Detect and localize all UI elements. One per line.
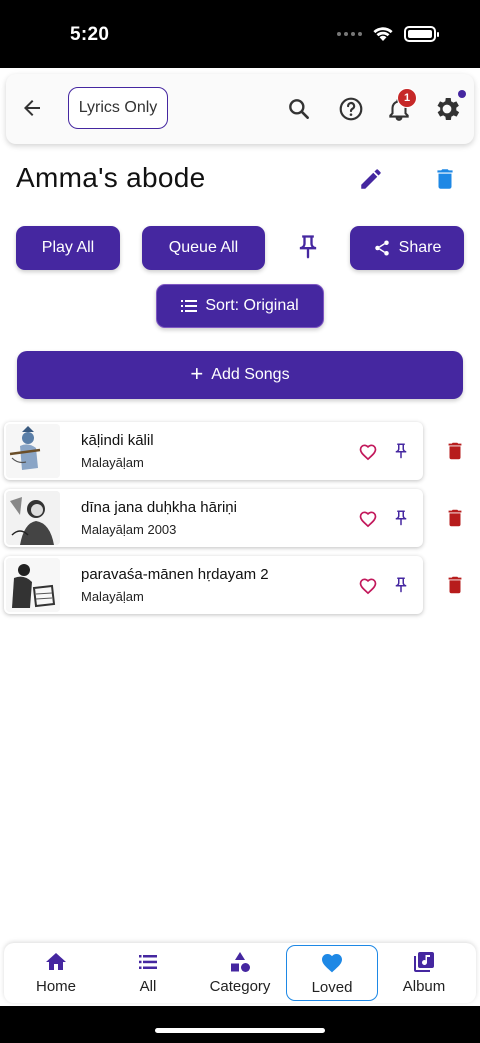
plus-icon: + bbox=[190, 360, 204, 386]
share-label: Share bbox=[398, 239, 442, 256]
edit-pencil-icon[interactable] bbox=[358, 166, 384, 192]
sort-button[interactable]: Sort: Original bbox=[156, 284, 324, 328]
song-thumbnail bbox=[6, 491, 60, 545]
home-indicator-area bbox=[0, 1006, 480, 1043]
page-title: Amma's abode bbox=[16, 162, 206, 193]
song-language: Malayāḷam bbox=[81, 589, 144, 604]
back-arrow-icon[interactable] bbox=[20, 96, 44, 120]
category-icon bbox=[231, 952, 250, 972]
song-title: dīna jana duḥkha hāriṇi bbox=[81, 499, 237, 516]
status-icons bbox=[337, 26, 439, 42]
bottom-navigation: Home All Category Loved Album bbox=[4, 943, 476, 1003]
notification-badge: 1 bbox=[397, 88, 417, 108]
home-indicator[interactable] bbox=[155, 1028, 325, 1033]
add-songs-label: Add Songs bbox=[211, 366, 290, 383]
signal-icon bbox=[337, 32, 362, 36]
nav-loved[interactable]: Loved bbox=[286, 945, 378, 1001]
trash-icon[interactable] bbox=[444, 572, 466, 598]
nav-home[interactable]: Home bbox=[10, 945, 102, 1001]
nav-label: Category bbox=[209, 978, 271, 995]
list-icon bbox=[139, 955, 157, 969]
pin-icon[interactable] bbox=[294, 232, 322, 262]
pin-icon[interactable] bbox=[392, 441, 410, 461]
nav-label: Loved bbox=[311, 979, 353, 996]
status-bar: 5:20 bbox=[0, 0, 480, 68]
trash-icon[interactable] bbox=[444, 438, 466, 464]
queue-all-button[interactable]: Queue All bbox=[142, 226, 265, 270]
song-card[interactable]: kāḷindi kālil Malayāḷam bbox=[4, 422, 423, 480]
status-time: 5:20 bbox=[70, 24, 110, 45]
share-button[interactable]: Share bbox=[350, 226, 464, 270]
sort-list-icon bbox=[181, 300, 198, 312]
pin-icon[interactable] bbox=[392, 508, 410, 528]
play-all-label: Play All bbox=[41, 239, 95, 256]
song-thumbnail bbox=[6, 424, 60, 478]
heart-outline-icon[interactable] bbox=[358, 442, 378, 462]
nav-album[interactable]: Album bbox=[378, 945, 470, 1001]
song-list: kāḷindi kālil Malayāḷam dīna jana duḥkha… bbox=[4, 422, 474, 623]
heart-outline-icon[interactable] bbox=[358, 576, 378, 596]
album-icon bbox=[414, 952, 434, 972]
settings-indicator-dot bbox=[458, 90, 466, 98]
song-language: Malayāḷam bbox=[81, 455, 144, 470]
home-icon bbox=[46, 953, 66, 970]
nav-label: Album bbox=[402, 978, 446, 995]
queue-all-label: Queue All bbox=[168, 239, 239, 256]
play-all-button[interactable]: Play All bbox=[16, 226, 120, 270]
nav-category[interactable]: Category bbox=[194, 945, 286, 1001]
song-card[interactable]: paravaśa-mānen hṛdayam 2 Malayāḷam bbox=[4, 556, 423, 614]
song-row: dīna jana duḥkha hāriṇi Malayāḷam 2003 bbox=[4, 489, 474, 547]
song-title: kāḷindi kālil bbox=[81, 432, 154, 449]
lyrics-only-button[interactable]: Lyrics Only bbox=[68, 87, 168, 129]
app-screen: Lyrics Only 1 Amma's abode Play All Queu… bbox=[0, 68, 480, 1006]
song-row: paravaśa-mānen hṛdayam 2 Malayāḷam bbox=[4, 556, 474, 614]
battery-icon bbox=[404, 26, 439, 42]
song-title: paravaśa-mānen hṛdayam 2 bbox=[81, 566, 269, 583]
trash-icon[interactable] bbox=[444, 505, 466, 531]
search-icon[interactable] bbox=[286, 96, 312, 122]
delete-playlist-icon[interactable] bbox=[432, 166, 458, 192]
share-icon bbox=[374, 240, 389, 256]
song-card[interactable]: dīna jana duḥkha hāriṇi Malayāḷam 2003 bbox=[4, 489, 423, 547]
heart-icon bbox=[322, 954, 342, 973]
app-bar: Lyrics Only 1 bbox=[6, 74, 474, 144]
add-songs-button[interactable]: + Add Songs bbox=[17, 351, 463, 399]
gear-icon[interactable] bbox=[432, 94, 462, 124]
nav-label: All bbox=[139, 978, 157, 995]
wifi-icon bbox=[373, 27, 393, 41]
song-language: Malayāḷam 2003 bbox=[81, 522, 177, 537]
pin-icon[interactable] bbox=[392, 575, 410, 595]
nav-label: Home bbox=[35, 978, 76, 995]
nav-all[interactable]: All bbox=[102, 945, 194, 1001]
song-thumbnail bbox=[6, 558, 60, 612]
heart-outline-icon[interactable] bbox=[358, 509, 378, 529]
sort-label: Sort: Original bbox=[205, 297, 299, 314]
song-row: kāḷindi kālil Malayāḷam bbox=[4, 422, 474, 480]
help-icon[interactable] bbox=[338, 96, 364, 122]
